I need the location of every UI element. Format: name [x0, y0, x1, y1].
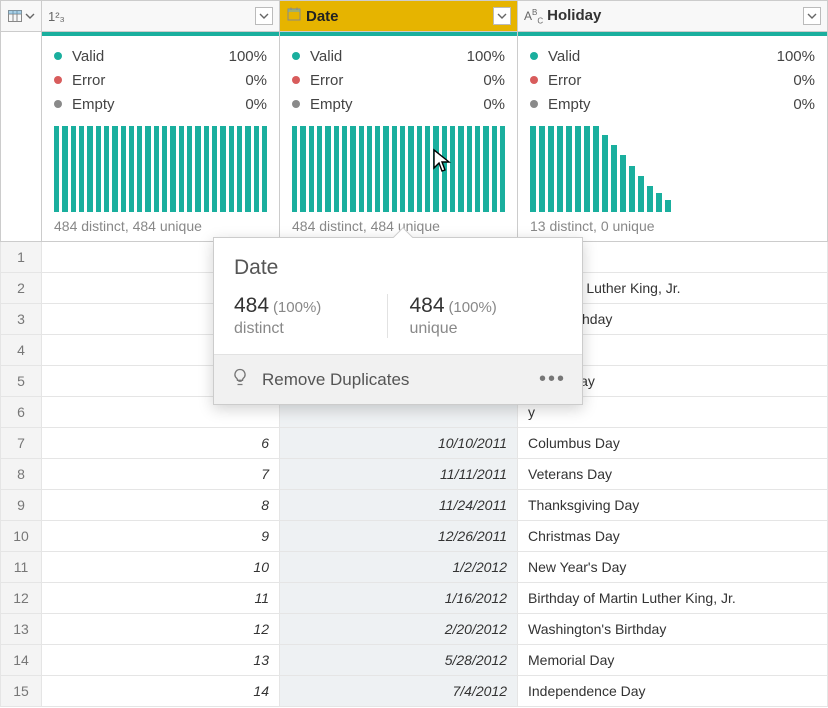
cell-holiday[interactable]: Thanksgiving Day	[518, 490, 828, 521]
distribution-chart	[292, 126, 505, 212]
remove-duplicates-label: Remove Duplicates	[262, 370, 409, 390]
cell-index[interactable]: 10	[42, 552, 280, 583]
distinct-summary: 484 distinct, 484 unique	[54, 218, 267, 234]
row-number[interactable]: 9	[0, 490, 42, 521]
cell-date[interactable]: 11/24/2011	[280, 490, 518, 521]
empty-dot-icon	[292, 100, 300, 108]
cell-date[interactable]: 11/11/2011	[280, 459, 518, 490]
quality-empty: Empty0%	[292, 92, 505, 116]
cell-index[interactable]: 8	[42, 490, 280, 521]
error-dot-icon	[54, 76, 62, 84]
row-number[interactable]: 5	[0, 366, 42, 397]
row-number[interactable]: 10	[0, 521, 42, 552]
cell-holiday[interactable]: Washington's Birthday	[518, 614, 828, 645]
cell-date[interactable]: 10/10/2011	[280, 428, 518, 459]
valid-dot-icon	[530, 52, 538, 60]
cell-index[interactable]: 11	[42, 583, 280, 614]
empty-dot-icon	[54, 100, 62, 108]
select-all-corner[interactable]	[0, 0, 42, 32]
column-header-c2[interactable]: Date	[280, 0, 518, 32]
cell-holiday[interactable]: Memorial Day	[518, 645, 828, 676]
cell-index[interactable]: 13	[42, 645, 280, 676]
valid-dot-icon	[54, 52, 62, 60]
cell-date[interactable]: 5/28/2012	[280, 645, 518, 676]
column-filter-button[interactable]	[493, 7, 511, 25]
popup-unique-stat: 484 (100%) unique	[387, 294, 563, 338]
table-icon	[7, 8, 23, 24]
error-dot-icon	[530, 76, 538, 84]
column-name: Date	[306, 8, 339, 25]
more-options-icon[interactable]: •••	[539, 368, 566, 391]
cell-holiday[interactable]: Birthday of Martin Luther King, Jr.	[518, 583, 828, 614]
chevron-down-icon	[25, 8, 35, 24]
distribution-chart	[54, 126, 267, 212]
row-number[interactable]: 13	[0, 614, 42, 645]
column-filter-button[interactable]	[255, 7, 273, 25]
cell-date[interactable]: 1/16/2012	[280, 583, 518, 614]
lightbulb-icon	[230, 367, 250, 392]
quality-error: Error0%	[292, 68, 505, 92]
row-number[interactable]: 1	[0, 242, 42, 273]
distinct-summary: 13 distinct, 0 unique	[530, 218, 815, 234]
row-number[interactable]: 15	[0, 676, 42, 707]
cell-holiday[interactable]: Independence Day	[518, 676, 828, 707]
quality-bar	[42, 32, 279, 36]
quality-row-gutter	[0, 32, 42, 242]
number-type-icon: 1²₃	[48, 9, 65, 24]
error-dot-icon	[292, 76, 300, 84]
type-icon: ABC	[524, 7, 543, 25]
column-header-c3[interactable]: ABCHoliday	[518, 0, 828, 32]
calendar-icon	[286, 6, 302, 26]
quality-empty: Empty0%	[530, 92, 815, 116]
quality-empty: Empty0%	[54, 92, 267, 116]
popup-title: Date	[234, 256, 562, 280]
row-number[interactable]: 11	[0, 552, 42, 583]
row-number[interactable]: 3	[0, 304, 42, 335]
row-number[interactable]: 7	[0, 428, 42, 459]
popup-distinct-stat: 484 (100%) distinct	[234, 294, 387, 338]
distribution-chart	[530, 126, 815, 212]
row-number[interactable]: 4	[0, 335, 42, 366]
row-number[interactable]: 6	[0, 397, 42, 428]
column-quality-c3[interactable]: Valid100%Error0%Empty0% 13 distinct, 0 un…	[518, 32, 828, 242]
quality-valid: Valid100%	[292, 44, 505, 68]
column-filter-button[interactable]	[803, 7, 821, 25]
cell-holiday[interactable]: Columbus Day	[518, 428, 828, 459]
column-quality-c1[interactable]: Valid100%Error0%Empty0% 484 distinct, 484…	[42, 32, 280, 242]
cell-holiday[interactable]: Christmas Day	[518, 521, 828, 552]
cell-index[interactable]: 9	[42, 521, 280, 552]
cell-index[interactable]: 12	[42, 614, 280, 645]
cell-date[interactable]: 7/4/2012	[280, 676, 518, 707]
cell-index[interactable]: 6	[42, 428, 280, 459]
quality-valid: Valid100%	[54, 44, 267, 68]
cell-date[interactable]: 12/26/2011	[280, 521, 518, 552]
cell-date[interactable]: 2/20/2012	[280, 614, 518, 645]
column-name: Holiday	[547, 7, 601, 24]
row-number[interactable]: 2	[0, 273, 42, 304]
valid-dot-icon	[292, 52, 300, 60]
quality-valid: Valid100%	[530, 44, 815, 68]
cell-holiday[interactable]: Veterans Day	[518, 459, 828, 490]
cell-date[interactable]: 1/2/2012	[280, 552, 518, 583]
empty-dot-icon	[530, 100, 538, 108]
remove-duplicates-action[interactable]: Remove Duplicates •••	[214, 354, 582, 404]
cell-holiday[interactable]: New Year's Day	[518, 552, 828, 583]
column-quality-c2[interactable]: Valid100%Error0%Empty0%484 distinct, 484…	[280, 32, 518, 242]
cell-index[interactable]: 14	[42, 676, 280, 707]
column-header-c1[interactable]: 1²₃	[42, 0, 280, 32]
cell-index[interactable]: 7	[42, 459, 280, 490]
quality-bar	[280, 32, 517, 36]
quality-error: Error0%	[54, 68, 267, 92]
quality-bar	[518, 32, 827, 36]
row-number[interactable]: 8	[0, 459, 42, 490]
quality-error: Error0%	[530, 68, 815, 92]
row-number[interactable]: 12	[0, 583, 42, 614]
column-profile-popup: Date 484 (100%) distinct 484 (100%) uniq…	[213, 237, 583, 405]
row-number[interactable]: 14	[0, 645, 42, 676]
